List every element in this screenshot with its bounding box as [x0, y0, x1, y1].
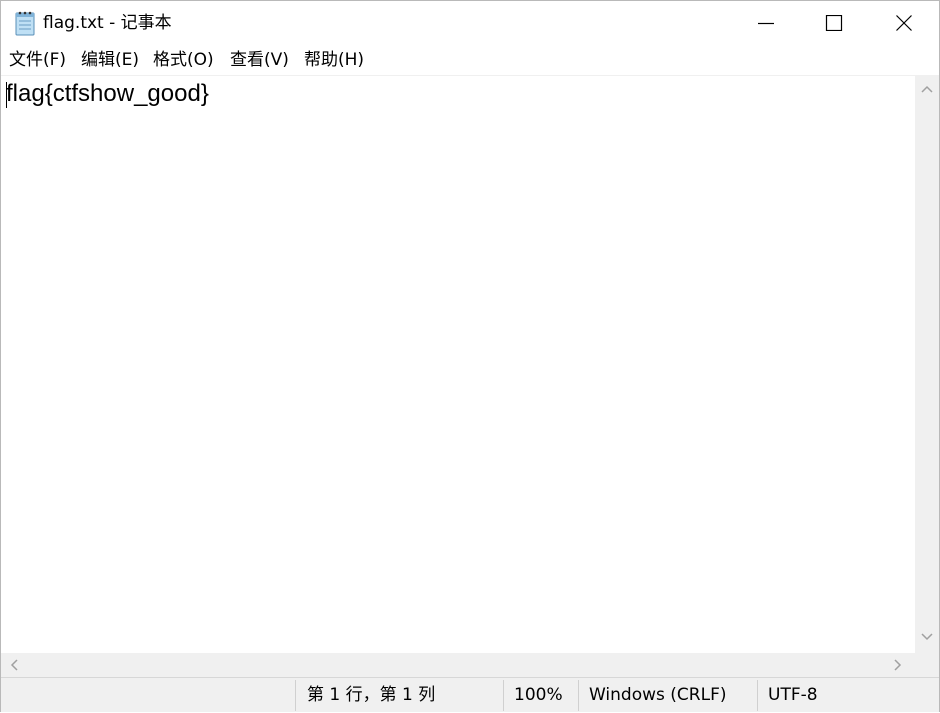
- menu-edit[interactable]: 编辑(E): [81, 49, 139, 71]
- text-caret: [6, 82, 7, 108]
- minimize-button[interactable]: [731, 1, 801, 45]
- editor-content[interactable]: flag{ctfshow_good}: [6, 79, 209, 109]
- scroll-up-icon[interactable]: [921, 84, 933, 94]
- title-bar[interactable]: flag.txt - 记事本: [1, 1, 939, 45]
- menu-help[interactable]: 帮助(H): [304, 49, 364, 71]
- horizontal-scrollbar[interactable]: [1, 653, 915, 677]
- notepad-icon[interactable]: [13, 10, 37, 36]
- maximize-icon: [825, 15, 843, 31]
- close-button[interactable]: [869, 1, 939, 45]
- close-icon: [896, 15, 912, 31]
- minimize-icon: [758, 22, 774, 25]
- status-line-ending: Windows (CRLF): [589, 685, 727, 705]
- notepad-window: flag.txt - 记事本 文件(F) 编辑(E) 格式(O) 查看(V) 帮…: [0, 0, 940, 712]
- status-divider: [295, 680, 296, 711]
- status-encoding: UTF-8: [768, 685, 818, 705]
- window-title: flag.txt - 记事本: [43, 13, 172, 33]
- scrollbar-corner: [915, 653, 939, 677]
- menu-view[interactable]: 查看(V): [230, 49, 289, 71]
- status-cursor-position: 第 1 行，第 1 列: [307, 685, 436, 705]
- menu-bar: 文件(F) 编辑(E) 格式(O) 查看(V) 帮助(H): [1, 45, 939, 75]
- text-editor[interactable]: flag{ctfshow_good}: [1, 75, 915, 653]
- status-zoom: 100%: [514, 685, 563, 705]
- scroll-right-icon[interactable]: [893, 659, 903, 671]
- status-bar: 第 1 行，第 1 列 100% Windows (CRLF) UTF-8: [1, 677, 939, 712]
- vertical-scrollbar[interactable]: [915, 75, 939, 653]
- menu-file[interactable]: 文件(F): [9, 49, 66, 71]
- menu-format[interactable]: 格式(O): [153, 49, 214, 71]
- scroll-down-icon[interactable]: [921, 632, 933, 642]
- scroll-left-icon[interactable]: [9, 659, 19, 671]
- maximize-button[interactable]: [799, 1, 869, 45]
